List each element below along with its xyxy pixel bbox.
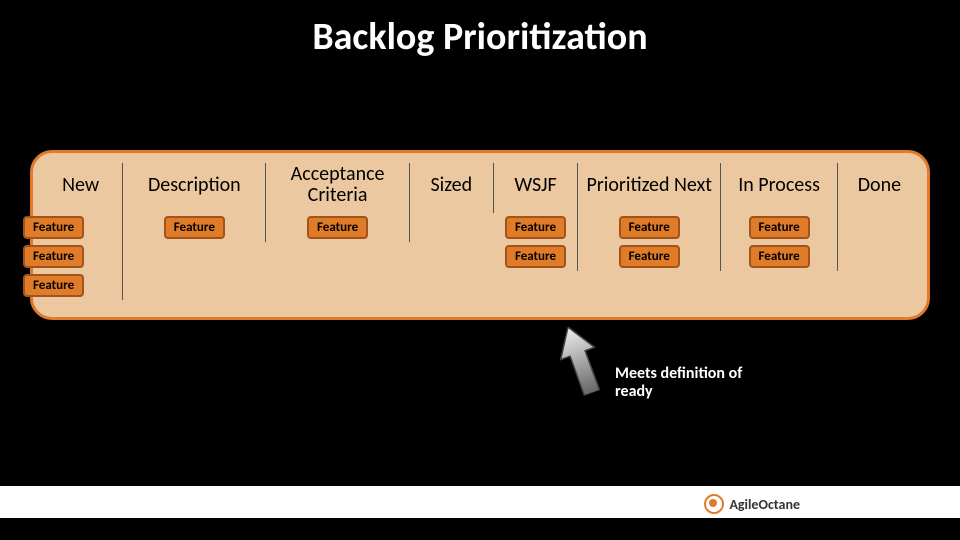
feature-card[interactable]: Feature <box>23 245 84 268</box>
column-sized: Sized <box>410 163 494 213</box>
column-prioritized: Prioritized Next Feature Feature <box>578 163 721 271</box>
feature-card[interactable]: Feature <box>749 245 810 268</box>
column-header: In Process <box>738 163 820 207</box>
feature-card[interactable]: Feature <box>505 216 566 239</box>
column-acceptance: Acceptance Criteria Feature <box>266 163 409 242</box>
column-header: WSJF <box>514 163 556 207</box>
feature-card[interactable]: Feature <box>23 274 84 297</box>
feature-card[interactable]: Feature <box>619 216 680 239</box>
kanban-board: New Feature Feature Feature Description … <box>30 150 930 320</box>
brand-logo: AgileOctane <box>704 494 800 514</box>
column-header: Sized <box>430 163 472 207</box>
feature-card[interactable]: Feature <box>23 216 84 239</box>
column-wsjf: WSJF Feature Feature <box>494 163 578 271</box>
column-new: New Feature Feature Feature <box>39 163 123 300</box>
column-header: Prioritized Next <box>586 163 712 207</box>
feature-card[interactable]: Feature <box>505 245 566 268</box>
page-title: Backlog Prioritization <box>0 0 960 60</box>
column-description: Description Feature <box>123 163 266 242</box>
column-header: Done <box>858 163 901 207</box>
feature-card[interactable]: Feature <box>164 216 225 239</box>
brand-name: AgileOctane <box>729 496 800 513</box>
column-header: Acceptance Criteria <box>270 163 404 207</box>
column-header: Description <box>148 163 241 207</box>
feature-card[interactable]: Feature <box>619 245 680 268</box>
logo-mark-icon <box>704 494 724 514</box>
arrow-up-icon <box>549 320 611 399</box>
column-header: New <box>62 163 99 207</box>
column-inprocess: In Process Feature Feature <box>721 163 837 271</box>
footer: AgileOctane <box>0 486 960 540</box>
callout-text: Meets definition of ready <box>615 365 745 402</box>
column-done: Done <box>838 163 921 213</box>
feature-card[interactable]: Feature <box>749 216 810 239</box>
footer-bar <box>0 518 960 540</box>
feature-card[interactable]: Feature <box>307 216 368 239</box>
